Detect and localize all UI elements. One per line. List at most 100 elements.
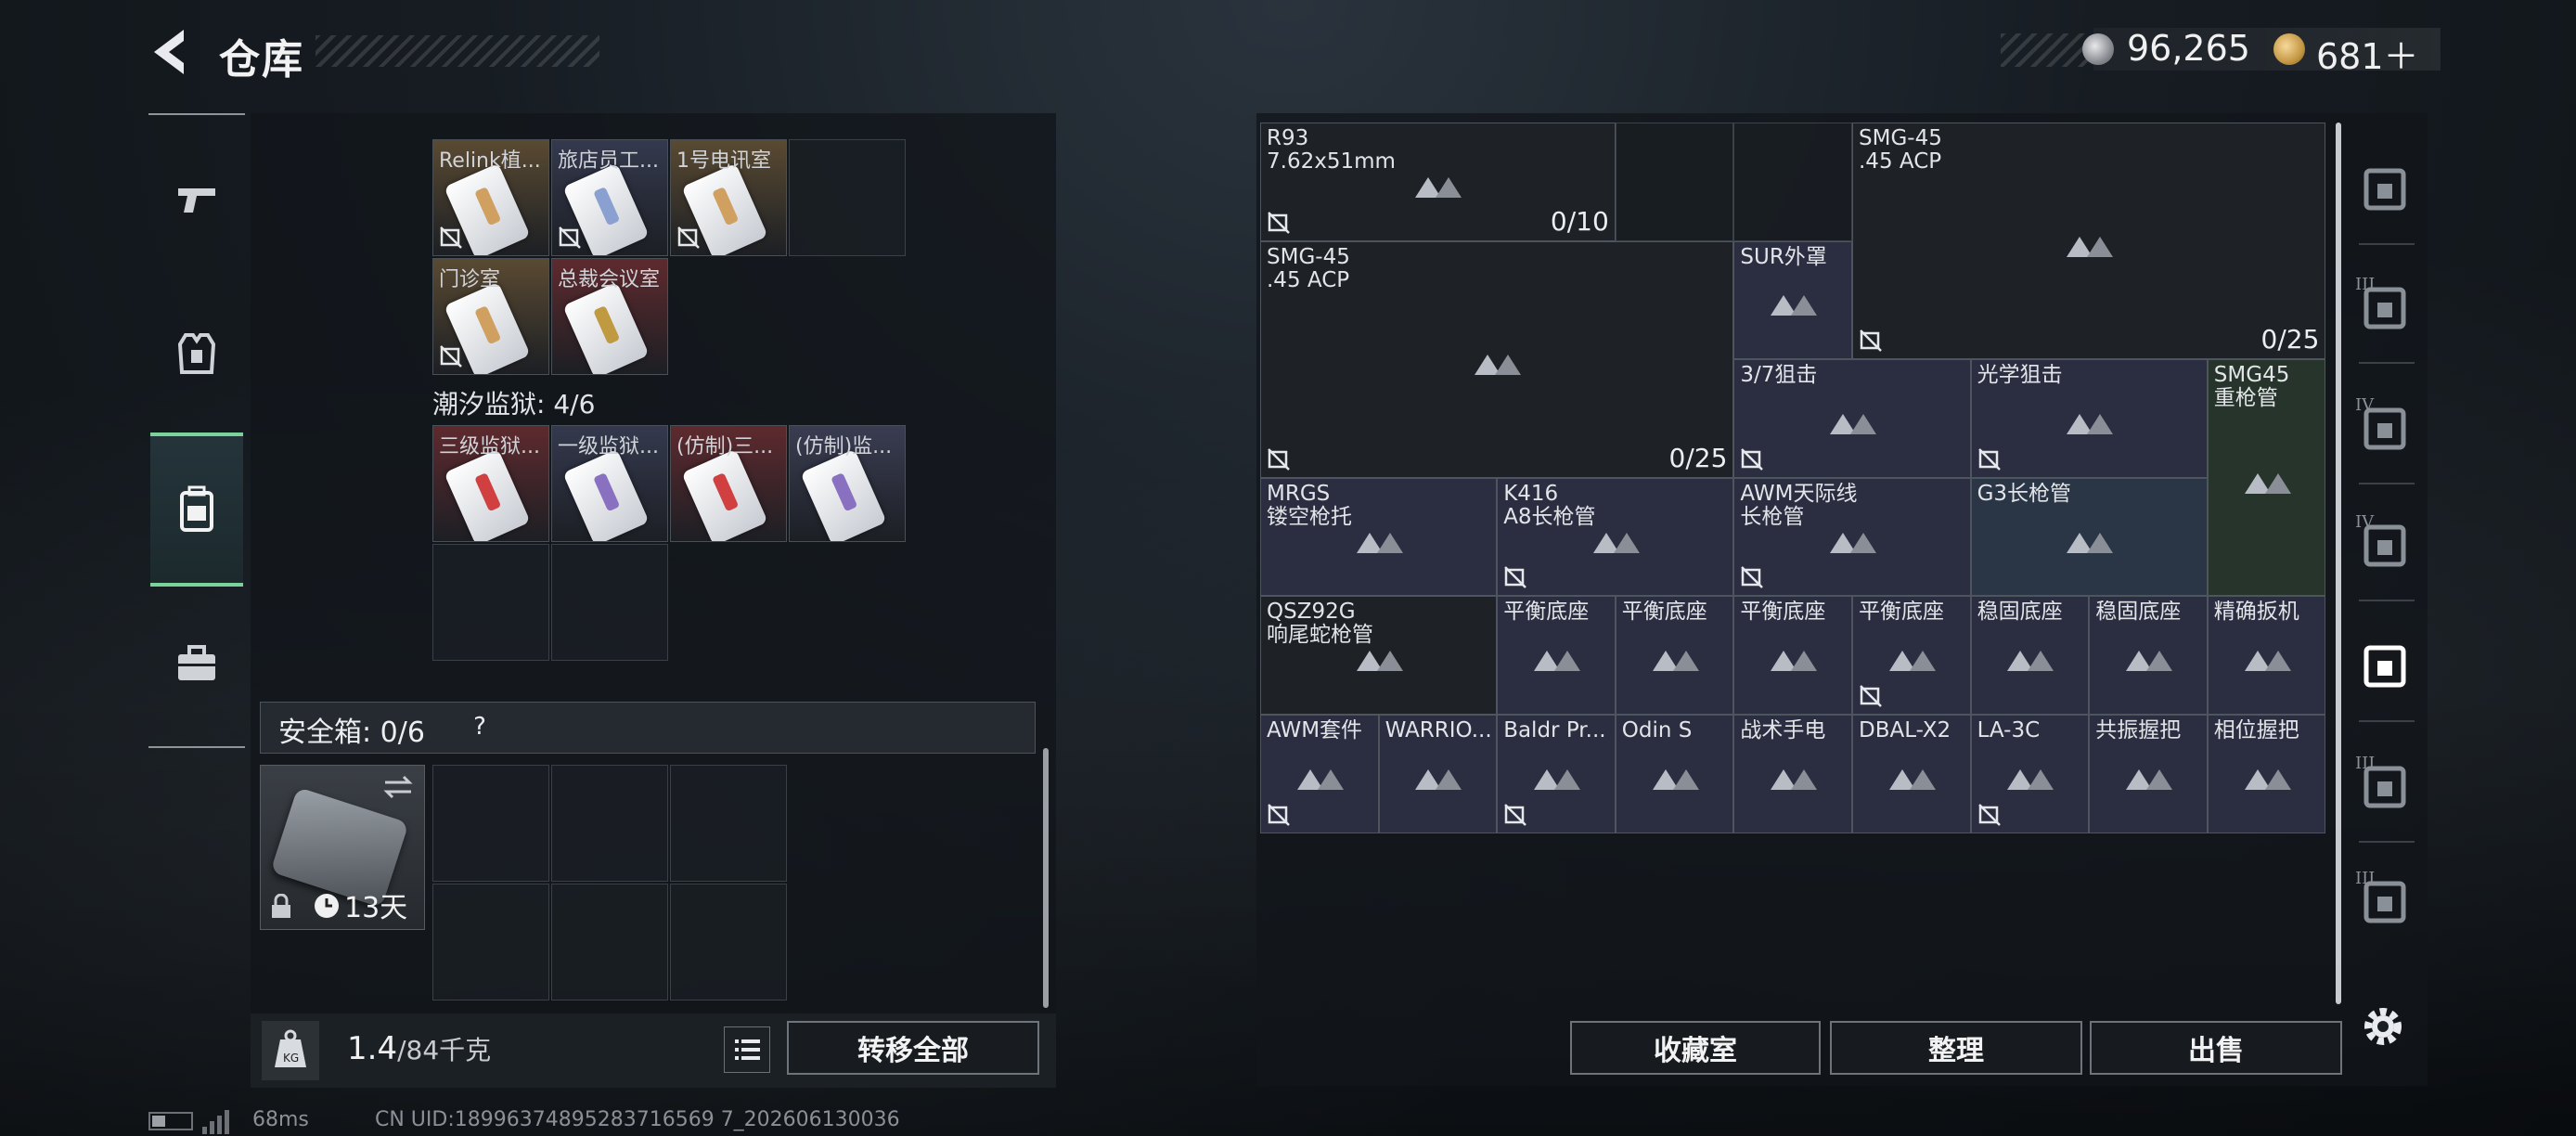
stash-item[interactable]: LA-3C: [1970, 715, 2090, 833]
right-tab-4[interactable]: IV: [2350, 507, 2420, 581]
item-label: 旅店员工...: [558, 149, 659, 173]
stash-item[interactable]: SMG45 重枪管: [2207, 359, 2326, 597]
placeholder-triangle-icon: [2244, 651, 2291, 672]
placeholder-triangle-icon: [1652, 651, 1699, 672]
stash-item[interactable]: 平衡底座: [1615, 596, 1734, 715]
stash-slot[interactable]: [1615, 123, 1734, 241]
stash-item[interactable]: SUR外罩: [1733, 240, 1852, 360]
right-tab-7[interactable]: III: [2350, 863, 2420, 937]
stash-item[interactable]: AWM套件: [1260, 715, 1379, 833]
stash-slot[interactable]: [1733, 123, 1852, 241]
empty-slot[interactable]: [789, 139, 906, 256]
help-icon[interactable]: ?: [464, 711, 496, 742]
list-view-button[interactable]: [724, 1026, 770, 1073]
right-tab-3[interactable]: IV: [2350, 390, 2420, 464]
keycard-item[interactable]: 旅店员工...: [551, 139, 668, 256]
stash-item[interactable]: G3长枪管: [1970, 477, 2208, 597]
left-scrollbar[interactable]: [1043, 748, 1049, 1008]
stash-item[interactable]: QSZ92G 响尾蛇枪管: [1260, 596, 1498, 715]
sell-button[interactable]: 出售: [2090, 1021, 2342, 1075]
stash-item[interactable]: 光学狙击: [1970, 359, 2208, 478]
tab-backpack[interactable]: [150, 432, 243, 587]
transfer-all-button[interactable]: 转移全部: [787, 1021, 1039, 1075]
gold-currency-value[interactable]: 681＋: [2316, 28, 2419, 79]
right-tab-5[interactable]: [2350, 627, 2420, 702]
stash-item[interactable]: K416 A8长枪管: [1497, 477, 1734, 597]
stash-item[interactable]: 平衡底座: [1497, 596, 1616, 715]
tab-case[interactable]: [150, 613, 243, 715]
right-scrollbar[interactable]: [2336, 123, 2341, 1004]
placeholder-triangle-icon: [1771, 295, 1818, 316]
weight-value: 1.4/84千克: [347, 1030, 491, 1067]
right-tab-2[interactable]: III: [2350, 269, 2420, 343]
keycard-item[interactable]: 门诊室: [432, 258, 549, 375]
stash-item[interactable]: 稳固底座: [2089, 596, 2208, 715]
stash-item[interactable]: 精确扳机: [2207, 596, 2326, 715]
stash-item[interactable]: 战术手电: [1733, 715, 1852, 833]
stash-item[interactable]: Baldr Pr...: [1497, 715, 1616, 833]
empty-slot[interactable]: [551, 544, 668, 661]
item-name: SUR外罩: [1740, 245, 1827, 269]
placeholder-triangle-icon: [2125, 651, 2172, 672]
weight-current: 1.4: [347, 1030, 398, 1067]
item-name: 战术手电: [1740, 719, 1826, 742]
stash-item[interactable]: 稳固底座: [1970, 596, 2090, 715]
tier-label: III: [2355, 275, 2376, 294]
placeholder-triangle-icon: [1771, 651, 1818, 672]
placeholder-triangle-icon: [2067, 236, 2114, 257]
stash-item[interactable]: WARRIO...: [1378, 715, 1498, 833]
gear-icon[interactable]: [2355, 999, 2411, 1054]
item-name: MRGS 镂空枪托: [1267, 482, 1352, 529]
stash-item[interactable]: 共振握把: [2089, 715, 2208, 833]
keycard-item[interactable]: 总裁会议室: [551, 258, 668, 375]
keycard-image: [562, 448, 650, 541]
collection-button[interactable]: 收藏室: [1570, 1021, 1821, 1075]
stash-item[interactable]: DBAL-X2: [1852, 715, 1971, 833]
safe-slot[interactable]: [432, 765, 549, 882]
safe-slot[interactable]: [670, 765, 787, 882]
stash-item[interactable]: 平衡底座: [1852, 596, 1971, 715]
safe-box-slot[interactable]: 13天: [260, 765, 425, 930]
stash-item[interactable]: SMG-45 .45 ACP 0/25: [1852, 123, 2326, 360]
organize-button[interactable]: 整理: [1830, 1021, 2082, 1075]
stash-item[interactable]: R93 7.62x51mm 0/10: [1260, 123, 1616, 241]
placeholder-triangle-icon: [1829, 413, 1876, 434]
safe-slot[interactable]: [432, 884, 549, 1000]
swap-icon[interactable]: [381, 773, 415, 801]
keycard-item[interactable]: 三级监狱...: [432, 425, 549, 542]
stash-item[interactable]: 3/7狙击: [1733, 359, 1971, 478]
vest-icon: [177, 333, 216, 374]
stash-grid: R93 7.62x51mm 0/10 SMG-45 .45 ACP 0/25 SMG-4…: [1260, 123, 2326, 833]
safe-slot[interactable]: [551, 884, 668, 1000]
keycard-item[interactable]: Relink植...: [432, 139, 549, 256]
stash-item[interactable]: Odin S: [1615, 715, 1734, 833]
sidebar-divider: [148, 113, 245, 115]
stash-item[interactable]: SMG-45 .45 ACP 0/25: [1260, 240, 1734, 478]
empty-slot[interactable]: [432, 544, 549, 661]
no-collect-icon: [1741, 447, 1764, 471]
safe-slot[interactable]: [551, 765, 668, 882]
tab-armor[interactable]: [150, 303, 243, 405]
item-name: LA-3C: [1977, 719, 2041, 742]
keycard-item[interactable]: (仿制)监...: [789, 425, 906, 542]
right-tab-1[interactable]: [2350, 150, 2420, 225]
keycard-stripe: [593, 472, 621, 512]
keycard-item[interactable]: 一级监狱...: [551, 425, 668, 542]
stash-item[interactable]: MRGS 镂空枪托: [1260, 477, 1498, 597]
right-tab-6[interactable]: III: [2350, 748, 2420, 822]
ping-text: 68ms: [252, 1108, 309, 1131]
safe-slot[interactable]: [670, 884, 787, 1000]
item-name: K416 A8长枪管: [1503, 482, 1596, 529]
tab-weapons[interactable]: [150, 148, 243, 251]
stash-item[interactable]: AWM天际线 长枪管: [1733, 477, 1971, 597]
keycard-item[interactable]: 1号电讯室: [670, 139, 787, 256]
keycard-item[interactable]: (仿制)三...: [670, 425, 787, 542]
stash-item[interactable]: 平衡底座: [1733, 596, 1852, 715]
silver-coin-icon: [2082, 33, 2114, 65]
keycard-stripe: [474, 187, 502, 226]
stash-item[interactable]: 相位握把: [2207, 715, 2326, 833]
item-name: 精确扳机: [2213, 600, 2299, 625]
back-arrow-icon[interactable]: [147, 26, 195, 78]
item-name: 平衡底座: [1859, 600, 1944, 625]
tab-separator: [2359, 362, 2415, 364]
